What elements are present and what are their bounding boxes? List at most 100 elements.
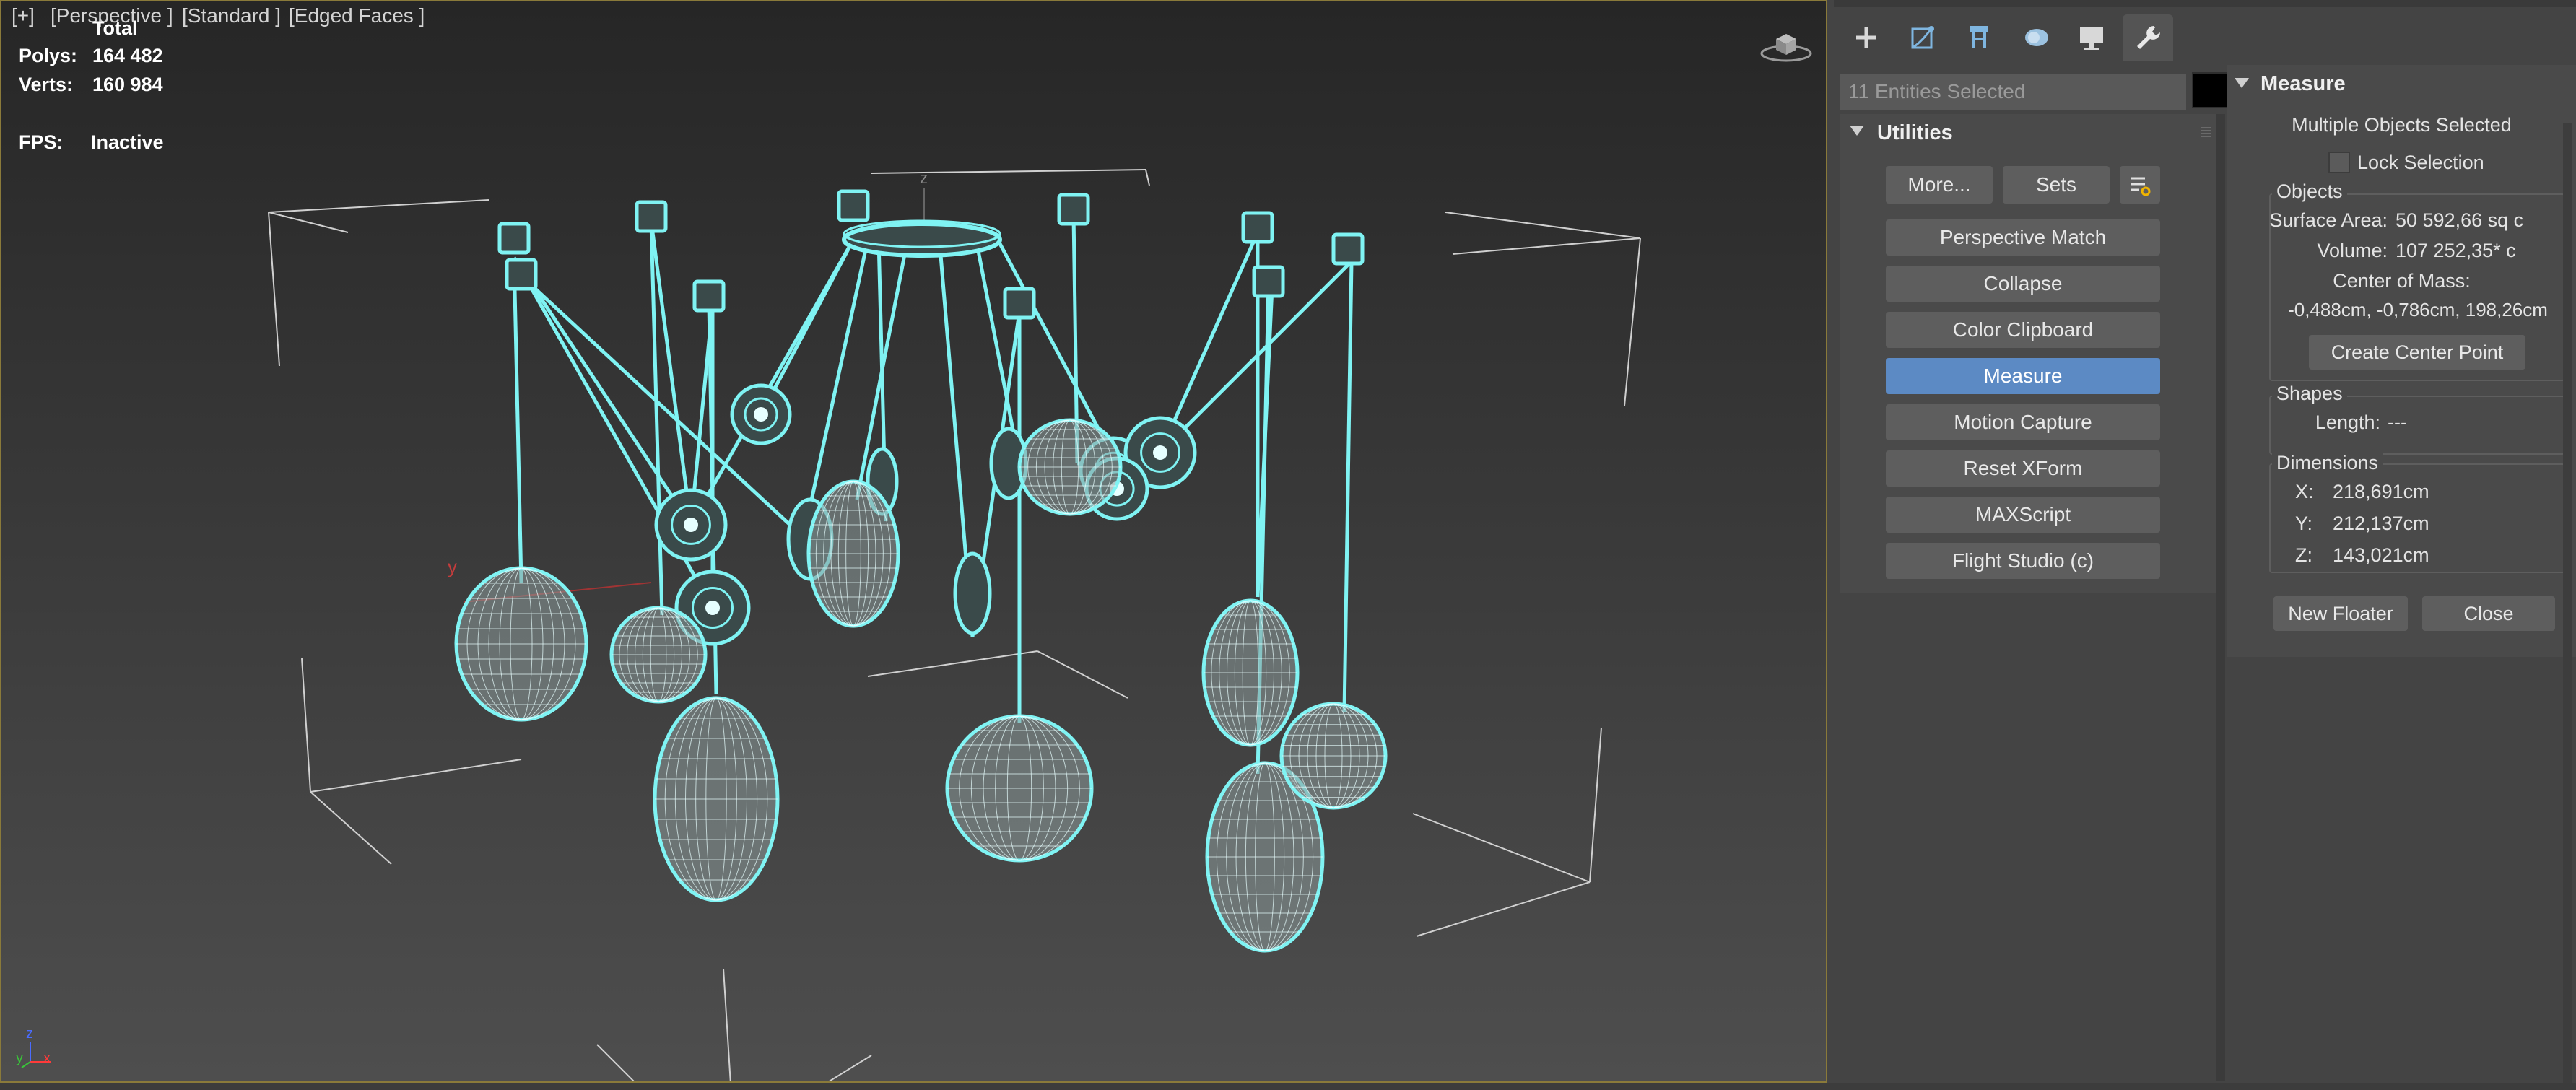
modify-icon [1911, 26, 1934, 49]
pendant-disk [953, 551, 992, 635]
command-panel-top-strip [1834, 0, 2576, 7]
ceiling-cap [1331, 232, 1365, 266]
axis-y-label: y [448, 556, 457, 577]
perspective-viewport[interactable]: [+] [Perspective ] [Standard ] [Edged Fa… [0, 0, 1827, 1083]
measure-scrollbar[interactable] [2563, 123, 2572, 1083]
motion-tab[interactable] [2010, 14, 2061, 61]
utility-button-collapse[interactable]: Collapse [1886, 266, 2160, 302]
display-tab[interactable] [2066, 14, 2117, 61]
object-color-swatch[interactable] [2192, 72, 2228, 108]
pendant-shade [1017, 418, 1123, 516]
lock-selection-label[interactable]: Lock Selection [2357, 152, 2484, 174]
objects-group-title: Objects [2272, 180, 2347, 203]
utilities-tab[interactable] [2123, 14, 2173, 61]
pendant-hub [730, 383, 792, 445]
volume-value: 107 252,35* c [2396, 240, 2516, 261]
viewcube-icon[interactable] [1760, 27, 1812, 64]
ceiling-canopy [842, 219, 1002, 258]
dimension-y-value: 212,137cm [2333, 513, 2429, 534]
ceiling-cap [1003, 287, 1036, 320]
stats-fps-label: FPS: [19, 131, 64, 153]
display-icon [2080, 27, 2103, 50]
ceiling-cap [497, 222, 531, 255]
ceiling-cap [505, 258, 538, 291]
ceiling-cap [1252, 265, 1285, 298]
bbox-edge [827, 1055, 872, 1081]
bbox-edge [310, 791, 392, 865]
ceiling-fixtures [497, 189, 1365, 320]
length-value: --- [2388, 411, 2407, 433]
measure-rollout-title[interactable]: Measure [2227, 65, 2346, 103]
bbox-edge [596, 1044, 635, 1081]
dimension-z-value: 143,021cm [2333, 544, 2429, 566]
pendant-shades [454, 418, 1388, 953]
pendant-shade [653, 696, 780, 902]
stats-verts-value: 160 984 [92, 74, 163, 95]
tripod-x-label: x [43, 1050, 51, 1066]
utility-button-color-clipboard[interactable]: Color Clipboard [1886, 312, 2160, 348]
utilities-rollout-title[interactable]: Utilities [1840, 114, 1953, 152]
utility-button-maxscript[interactable]: MAXScript [1886, 497, 2160, 533]
bottom-border [0, 1083, 2576, 1090]
create-center-point-button[interactable]: Create Center Point [2309, 335, 2525, 370]
rollout-grip-icon[interactable] [2201, 127, 2211, 137]
shapes-group-title: Shapes [2272, 383, 2347, 405]
axis-tripod-icon: z y x [16, 1026, 61, 1071]
pendant-cord [512, 256, 693, 526]
bbox-edge [1416, 881, 1591, 937]
dimension-z-label: Z: [2295, 544, 2312, 566]
bbox-edge [268, 199, 489, 213]
create-tab[interactable] [1841, 14, 1892, 61]
stats-polys-label: Polys: [19, 45, 78, 66]
utilities-rollout: Utilities More... Sets Perspective Match… [1840, 114, 2221, 593]
ceiling-cap [1057, 193, 1090, 226]
utility-button-measure[interactable]: Measure [1886, 358, 2160, 394]
wireframe-scene[interactable] [1, 1, 1827, 1083]
bbox-edge [867, 650, 1038, 677]
utilities-scrollbar[interactable] [2216, 114, 2225, 1081]
bbox-edge [1589, 727, 1602, 883]
surface-area-label: Surface Area: [2269, 209, 2388, 231]
ceiling-cap [692, 279, 726, 313]
viewport-display-mode-menu[interactable]: [Edged Faces ] [289, 4, 425, 27]
dimension-x-label: X: [2295, 481, 2314, 502]
utility-button-flight-studio-c[interactable]: Flight Studio (c) [1886, 543, 2160, 579]
bbox-edge [268, 212, 280, 367]
list-settings-icon [2131, 177, 2151, 196]
hierarchy-tab[interactable] [1954, 14, 2004, 61]
bbox-edge [1452, 237, 1641, 255]
viewport-plus-menu[interactable]: [+] [12, 4, 35, 27]
sets-button[interactable]: Sets [2003, 166, 2110, 204]
center-of-mass-value: -0,488cm, -0,786cm, 198,26cm [2288, 299, 2548, 321]
utility-button-perspective-match[interactable]: Perspective Match [1886, 219, 2160, 256]
bbox-edge [1412, 813, 1591, 883]
bbox-edge [1624, 237, 1641, 406]
close-button[interactable]: Close [2422, 596, 2555, 631]
surface-area-value: 50 592,66 sq c [2396, 209, 2524, 231]
dimension-x-value: 218,691cm [2333, 481, 2429, 502]
tripod-z-label: z [26, 1026, 33, 1042]
new-floater-button[interactable]: New Floater [2273, 596, 2408, 631]
bbox-edge [1145, 169, 1150, 186]
pendant-shade [1279, 702, 1388, 810]
axis-z-label: z [920, 169, 928, 187]
utility-button-motion-capture[interactable]: Motion Capture [1886, 404, 2160, 440]
pendant-hub [654, 488, 728, 562]
ceiling-cap [1241, 211, 1274, 244]
bbox-edge [1037, 650, 1128, 699]
pendant-shade [609, 606, 708, 704]
modify-tab[interactable] [1897, 14, 1948, 61]
pendant-cord [1342, 261, 1354, 713]
bbox-edge [310, 759, 522, 793]
tripod-y-label: y [16, 1050, 23, 1066]
lock-selection-checkbox[interactable] [2328, 152, 2350, 173]
pendant-shade [806, 479, 900, 628]
bbox-edge [268, 212, 349, 233]
selection-name-field[interactable]: 11 Entities Selected [1840, 74, 2186, 110]
bbox-edge [1445, 212, 1641, 239]
stats-total-label: Total [92, 17, 138, 39]
configure-sets-button[interactable] [2120, 166, 2160, 204]
viewport-shading-menu[interactable]: [Standard ] [182, 4, 281, 27]
utility-button-reset-xform[interactable]: Reset XForm [1886, 450, 2160, 487]
more-button[interactable]: More... [1886, 166, 1993, 204]
